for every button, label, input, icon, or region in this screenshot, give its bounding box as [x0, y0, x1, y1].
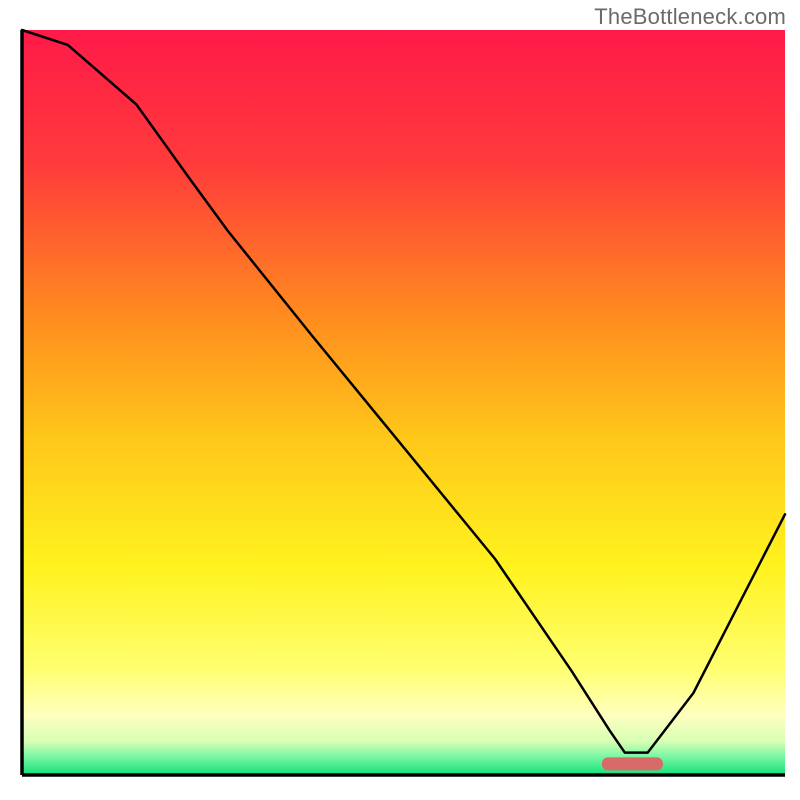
watermark-text: TheBottleneck.com — [594, 4, 786, 30]
plot-background — [22, 30, 785, 775]
chart-svg — [0, 0, 800, 800]
target-marker — [602, 757, 663, 770]
bottleneck-chart: TheBottleneck.com — [0, 0, 800, 800]
